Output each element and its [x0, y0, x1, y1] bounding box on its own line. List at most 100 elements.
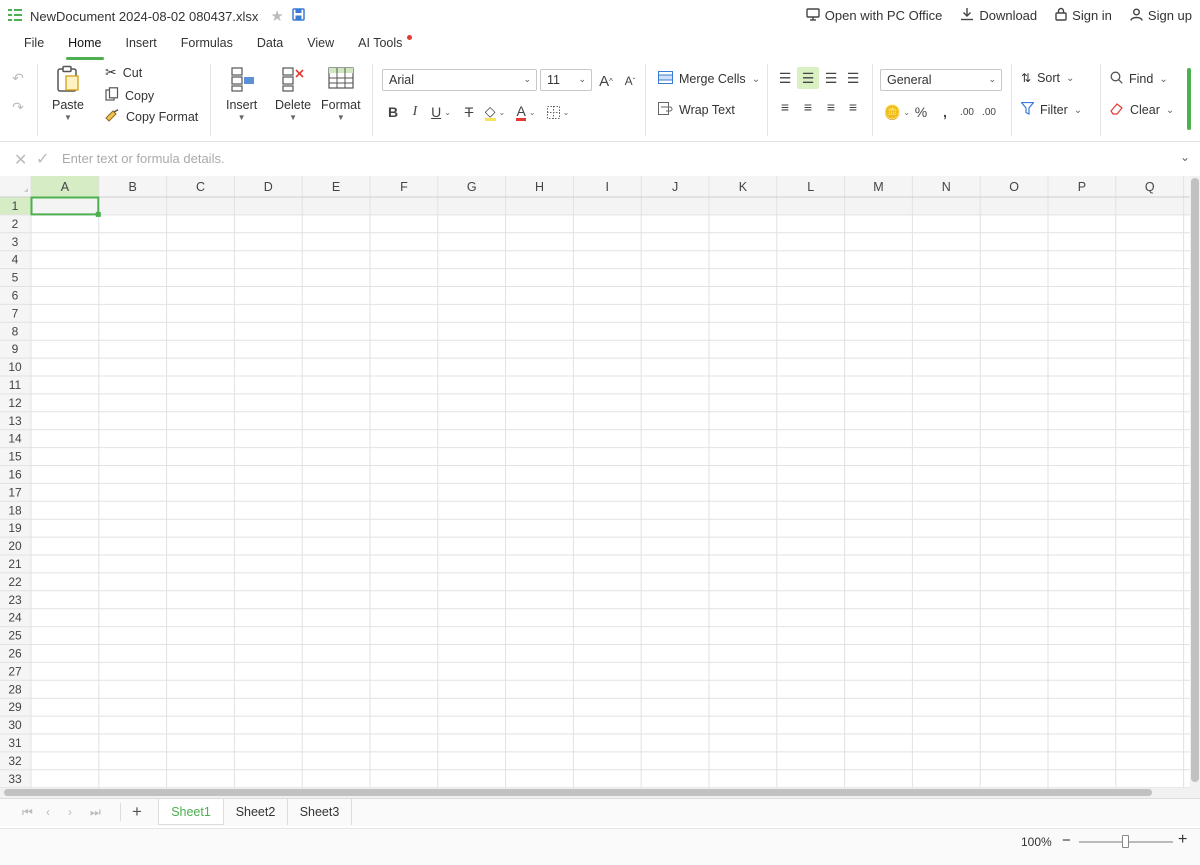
prev-sheet-icon[interactable]: ‹	[46, 805, 50, 819]
find-button[interactable]: Find ⌄	[1110, 71, 1168, 87]
column-header-b[interactable]: B	[129, 180, 137, 194]
borders-icon[interactable]: ⌄	[543, 101, 573, 123]
menu-data[interactable]: Data	[245, 34, 295, 56]
redo-icon[interactable]: ↷	[7, 96, 29, 118]
row-header-2[interactable]: 2	[12, 217, 19, 231]
row-header-8[interactable]: 8	[12, 324, 19, 338]
column-header-d[interactable]: D	[264, 180, 273, 194]
row-header-4[interactable]: 4	[12, 253, 19, 267]
tab-sheet2[interactable]: Sheet2	[224, 799, 288, 825]
zoom-out-button[interactable]: −	[1062, 832, 1071, 849]
row-header-19[interactable]: 19	[8, 521, 22, 535]
download-button[interactable]: Download	[960, 7, 1037, 24]
justify-vertical-icon[interactable]: ☰	[842, 67, 864, 89]
tab-sheet3[interactable]: Sheet3	[288, 799, 352, 825]
row-header-13[interactable]: 13	[8, 414, 22, 428]
paste-button[interactable]: Paste ▼	[52, 64, 84, 122]
copy-format-button[interactable]: Copy Format	[105, 109, 198, 125]
first-sheet-icon[interactable]: ⏮	[22, 805, 33, 820]
percent-button[interactable]: %	[910, 101, 932, 123]
last-sheet-icon[interactable]: ⏭	[90, 805, 101, 820]
add-sheet-button[interactable]: +	[132, 802, 142, 822]
column-header-o[interactable]: O	[1009, 180, 1019, 194]
column-header-c[interactable]: C	[196, 180, 205, 194]
row-header-1[interactable]: 1	[12, 199, 19, 213]
open-with-pc-office-button[interactable]: Open with PC Office	[806, 7, 942, 24]
row-header-12[interactable]: 12	[8, 396, 22, 410]
sign-up-button[interactable]: Sign up	[1130, 8, 1192, 24]
insert-cells-button[interactable]: Insert ▼	[226, 64, 257, 122]
row-header-23[interactable]: 23	[8, 593, 22, 607]
decrease-decimal-icon[interactable]: .00	[978, 101, 1000, 123]
column-header-k[interactable]: K	[739, 180, 748, 194]
row-header-17[interactable]: 17	[8, 485, 22, 499]
currency-format-icon[interactable]: 🪙 ⌄	[882, 101, 912, 123]
column-header-m[interactable]: M	[873, 180, 883, 194]
row-header-25[interactable]: 25	[8, 629, 22, 643]
column-header-n[interactable]: N	[942, 180, 951, 194]
row-header-28[interactable]: 28	[8, 682, 22, 696]
row-header-15[interactable]: 15	[8, 450, 22, 464]
row-header-26[interactable]: 26	[8, 647, 22, 661]
column-header-a[interactable]: A	[61, 180, 70, 194]
zoom-slider[interactable]	[1079, 835, 1173, 848]
copy-button[interactable]: Copy	[105, 87, 154, 104]
horizontal-scrollbar-thumb[interactable]	[4, 789, 1152, 796]
align-right-icon[interactable]: ≡	[820, 96, 842, 118]
align-bottom-icon[interactable]: ☰	[820, 67, 842, 89]
comma-style-button[interactable]: ,	[934, 101, 956, 123]
italic-button[interactable]: I	[404, 101, 426, 123]
underline-button[interactable]: U ⌄	[426, 101, 456, 123]
row-header-6[interactable]: 6	[12, 289, 19, 303]
confirm-formula-icon[interactable]: ✓	[36, 149, 49, 169]
spreadsheet-grid[interactable]: A B C D E F G H I J K L M N O P Q 1 2 3 4 5 6 7 8 9 10 11 12 13 14 15 16…	[0, 176, 1200, 798]
cut-button[interactable]: ✂ Cut	[105, 64, 142, 81]
column-header-p[interactable]: P	[1078, 180, 1086, 194]
clear-button[interactable]: Clear ⌄	[1110, 102, 1174, 118]
menu-home[interactable]: Home	[56, 34, 113, 60]
tab-sheet1[interactable]: Sheet1	[158, 799, 224, 825]
row-header-30[interactable]: 30	[8, 718, 22, 732]
row-header-3[interactable]: 3	[12, 235, 19, 249]
vertical-scrollbar-thumb[interactable]	[1191, 178, 1199, 782]
menu-formulas[interactable]: Formulas	[169, 34, 245, 56]
filter-button[interactable]: Filter ⌄	[1020, 101, 1082, 118]
decrease-font-size-icon[interactable]: Aˇ	[619, 70, 641, 92]
column-header-e[interactable]: E	[332, 180, 340, 194]
row-header-16[interactable]: 16	[8, 468, 22, 482]
zoom-in-button[interactable]: +	[1178, 831, 1187, 849]
column-header-f[interactable]: F	[400, 180, 408, 194]
column-header-q[interactable]: Q	[1145, 180, 1155, 194]
bold-button[interactable]: B	[382, 101, 404, 123]
align-top-icon[interactable]: ☰	[774, 67, 796, 89]
zoom-slider-handle[interactable]	[1122, 835, 1129, 848]
column-header-h[interactable]: H	[535, 180, 544, 194]
save-icon[interactable]	[292, 8, 305, 24]
cancel-formula-icon[interactable]: ✕	[14, 150, 27, 170]
row-header-27[interactable]: 27	[8, 664, 22, 678]
fill-handle[interactable]	[95, 211, 101, 217]
increase-font-size-icon[interactable]: A ^	[595, 70, 617, 92]
align-center-icon[interactable]: ≡	[797, 96, 819, 118]
row-header-10[interactable]: 10	[8, 360, 22, 374]
row-header-9[interactable]: 9	[12, 342, 19, 356]
increase-decimal-icon[interactable]: .00	[956, 101, 978, 123]
ribbon-scroll-right-icon[interactable]	[1187, 68, 1191, 130]
font-size-select[interactable]: 11 ⌄	[540, 69, 592, 91]
row-header-31[interactable]: 31	[8, 736, 22, 750]
row-header-14[interactable]: 14	[8, 432, 22, 446]
fill-color-icon[interactable]: ◇ ⌄	[480, 101, 510, 123]
menu-ai-tools[interactable]: AI Tools	[346, 34, 416, 56]
menu-view[interactable]: View	[295, 34, 346, 56]
strikethrough-icon[interactable]: T	[458, 101, 480, 123]
sort-button[interactable]: ⇅ Sort ⌄	[1021, 71, 1074, 85]
number-format-select[interactable]: General ⌄	[880, 69, 1002, 91]
row-header-29[interactable]: 29	[8, 700, 22, 714]
sign-in-button[interactable]: Sign in	[1055, 7, 1112, 24]
row-header-21[interactable]: 21	[8, 557, 22, 571]
next-sheet-icon[interactable]: ›	[68, 805, 72, 819]
column-header-g[interactable]: G	[467, 180, 477, 194]
row-header-5[interactable]: 5	[12, 271, 19, 285]
row-header-11[interactable]: 11	[9, 378, 22, 392]
column-header-j[interactable]: J	[672, 180, 678, 194]
